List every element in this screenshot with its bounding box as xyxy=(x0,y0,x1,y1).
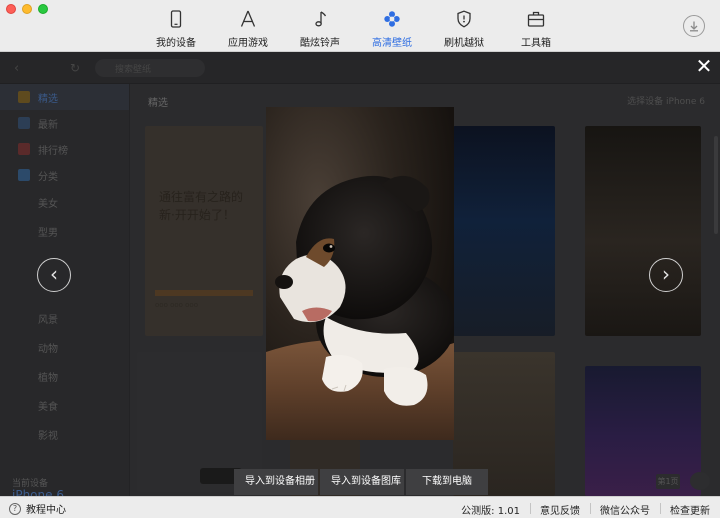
sidebar-category[interactable]: 美食 xyxy=(0,391,129,420)
sidebar-item-label: 分类 xyxy=(38,171,58,183)
sidebar-category[interactable]: 型男 xyxy=(0,217,129,246)
back-icon[interactable]: ‹ xyxy=(14,61,19,76)
nav-toolbox[interactable]: 工具箱 xyxy=(500,0,572,52)
download-to-computer-button[interactable]: 下载到电脑 xyxy=(406,469,488,495)
scrollbar[interactable] xyxy=(714,136,718,234)
nav-jailbreak[interactable]: 刷机越狱 xyxy=(428,0,500,52)
app-store-icon xyxy=(240,10,256,27)
nav-my-device[interactable]: 我的设备 xyxy=(140,0,212,52)
status-links: 公测版: 1.01 意见反馈 微信公众号 检查更新 xyxy=(451,502,720,517)
wallpaper-thumbnail[interactable] xyxy=(453,126,555,336)
wallpaper-drawing-text: 通往富有之路的 新·开开始了！ xyxy=(159,190,244,222)
nav-ringtones[interactable]: 酷炫铃声 xyxy=(284,0,356,52)
version-label: 公测版: 1.01 xyxy=(461,506,520,517)
scroll-top-icon[interactable] xyxy=(690,472,710,490)
wallpaper-drawing-bar xyxy=(155,290,253,296)
tutorial-label: 教程中心 xyxy=(26,505,66,516)
toolbox-icon xyxy=(527,11,545,27)
nav-label: 高清壁纸 xyxy=(372,38,412,49)
grid-icon xyxy=(18,169,30,181)
sidebar-category[interactable]: 美女 xyxy=(0,188,129,217)
window-controls xyxy=(6,4,48,14)
sidebar-item-label: 最新 xyxy=(38,119,58,131)
nav-label: 工具箱 xyxy=(521,38,551,49)
music-note-icon xyxy=(315,11,327,27)
download-icon xyxy=(690,21,698,32)
nav-label: 酷炫铃声 xyxy=(300,38,340,49)
nav-apps-games[interactable]: 应用游戏 xyxy=(212,0,284,52)
sidebar-item-label: 排行榜 xyxy=(38,145,68,157)
wallpaper-preview-image xyxy=(266,107,454,440)
close-icon[interactable]: ✕ xyxy=(694,56,714,76)
chevron-left-icon[interactable]: ‹ xyxy=(37,258,71,292)
wallpaper-drawing-caption: ooo ooo ooo xyxy=(155,301,198,309)
minimize-window-button[interactable] xyxy=(22,4,32,14)
nav-label: 我的设备 xyxy=(156,38,196,49)
sidebar-category[interactable]: 影视 xyxy=(0,420,129,449)
wallpaper-actions: 导入到设备相册 导入到设备图库 下载到电脑 xyxy=(234,469,488,495)
search-input[interactable]: 搜索壁纸 xyxy=(95,59,205,77)
wechat-link[interactable]: 微信公众号 xyxy=(590,502,660,517)
nav-label: 刷机越狱 xyxy=(444,38,484,49)
sub-toolbar: ‹ ↻ 搜索壁纸 xyxy=(0,52,720,84)
toolbar: 我的设备 应用游戏 酷炫铃声 高清壁纸 刷机越狱 工具箱 xyxy=(0,0,720,52)
nav-label: 应用游戏 xyxy=(228,38,268,49)
wallpaper-thumbnail[interactable] xyxy=(585,366,701,496)
wallpaper-thumbnail[interactable] xyxy=(585,126,701,336)
sidebar-item-featured[interactable]: 精选 xyxy=(0,84,129,110)
check-update-link[interactable]: 检查更新 xyxy=(660,502,720,517)
pencil-icon xyxy=(18,117,30,129)
device-select[interactable]: 选择设备 iPhone 6 xyxy=(627,94,705,107)
phone-icon xyxy=(170,10,182,28)
close-window-button[interactable] xyxy=(6,4,16,14)
trophy-icon xyxy=(18,143,30,155)
page-title: 精选 xyxy=(148,98,168,109)
sidebar-category[interactable]: 动物 xyxy=(0,333,129,362)
status-bar: ? 教程中心 公测版: 1.01 意见反馈 微信公众号 检查更新 xyxy=(0,496,720,518)
sidebar-item-ranking[interactable]: 排行榜 xyxy=(0,136,129,162)
flower-icon xyxy=(384,11,400,27)
sidebar-category[interactable]: 风景 xyxy=(0,304,129,333)
shield-icon xyxy=(457,10,471,28)
sidebar: 精选 最新 排行榜 分类 美女 型男 风景 动物 植物 美食 影视 当前设备 i… xyxy=(0,84,130,518)
import-to-album-button[interactable]: 导入到设备相册 xyxy=(234,469,318,495)
wallpaper-thumbnail[interactable]: 通往富有之路的 新·开开始了！ ooo ooo ooo xyxy=(145,126,263,336)
zoom-window-button[interactable] xyxy=(38,4,48,14)
sidebar-item-categories[interactable]: 分类 xyxy=(0,162,129,188)
feedback-link[interactable]: 意见反馈 xyxy=(530,502,590,517)
chevron-right-icon[interactable]: › xyxy=(649,258,683,292)
refresh-icon[interactable]: ↻ xyxy=(70,61,80,75)
import-to-gallery-button[interactable]: 导入到设备图库 xyxy=(320,469,404,495)
page-badge: 第1页 xyxy=(656,474,680,489)
help-icon: ? xyxy=(9,502,21,515)
tutorial-center-link[interactable]: ? 教程中心 xyxy=(9,501,66,516)
sidebar-category[interactable]: 植物 xyxy=(0,362,129,391)
sidebar-item-label: 精选 xyxy=(38,93,58,105)
crown-icon xyxy=(18,91,30,103)
main-nav: 我的设备 应用游戏 酷炫铃声 高清壁纸 刷机越狱 工具箱 xyxy=(140,0,572,52)
sidebar-item-latest[interactable]: 最新 xyxy=(0,110,129,136)
puppy-photo xyxy=(266,107,454,440)
nav-wallpapers[interactable]: 高清壁纸 xyxy=(356,0,428,52)
download-manager-button[interactable] xyxy=(683,15,705,37)
